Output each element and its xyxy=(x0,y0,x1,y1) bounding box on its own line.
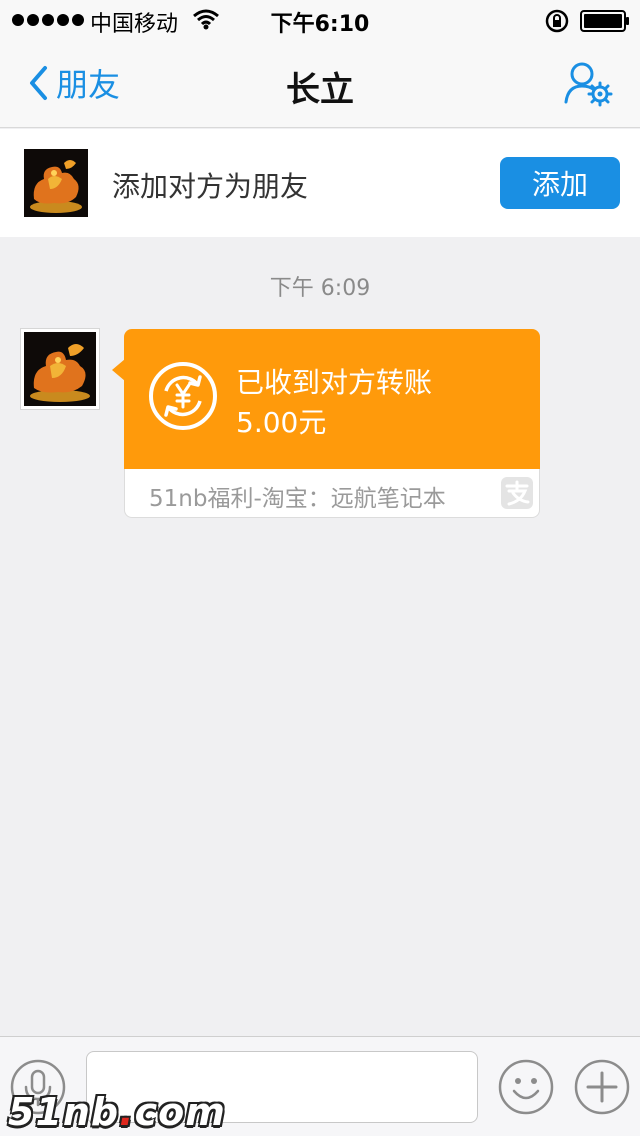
emoji-icon[interactable] xyxy=(498,1059,554,1115)
top-chrome: 中国移动 下午6:10 朋友 长立 xyxy=(0,0,640,128)
chevron-left-icon xyxy=(30,66,47,100)
page-title: 长立 xyxy=(286,70,354,110)
battery-icon xyxy=(580,10,629,32)
signal-dots-icon xyxy=(12,14,84,26)
carrier-name: 中国移动 xyxy=(90,12,179,37)
add-friend-text: 添加对方为朋友 xyxy=(112,170,309,203)
transfer-card-header: 已收到对方转账 5.00元 xyxy=(124,329,540,469)
wifi-icon xyxy=(193,9,219,30)
plus-icon[interactable] xyxy=(574,1059,630,1115)
lock-rotation-icon xyxy=(545,9,569,33)
watermark-dot: . xyxy=(119,1090,135,1134)
transfer-card-footer: 51nb福利-淘宝：远航笔记本 xyxy=(124,469,540,518)
yuan-transfer-icon xyxy=(149,362,217,430)
profile-settings-icon[interactable] xyxy=(560,60,616,110)
transfer-note: 51nb福利-淘宝：远航笔记本 xyxy=(149,486,446,512)
nav-bar: 朋友 长立 xyxy=(0,40,640,128)
site-watermark: 51nb.com xyxy=(8,1090,226,1134)
add-friend-banner: 添加对方为朋友 添加 xyxy=(0,129,640,237)
avatar[interactable] xyxy=(24,149,88,217)
transfer-message-card[interactable]: 已收到对方转账 5.00元 51nb福利-淘宝：远航笔记本 xyxy=(112,329,540,518)
watermark-tail: com xyxy=(134,1090,226,1134)
back-label: 朋友 xyxy=(56,66,121,104)
alipay-icon xyxy=(501,477,533,509)
message-timestamp: 下午 6:09 xyxy=(269,276,371,301)
add-friend-button[interactable]: 添加 xyxy=(500,157,620,209)
status-bar: 中国移动 下午6:10 xyxy=(0,0,640,40)
watermark-main: 51nb xyxy=(8,1090,120,1134)
back-button[interactable]: 朋友 xyxy=(28,60,120,106)
transfer-title: 已收到对方转账 xyxy=(236,366,433,399)
sender-avatar[interactable] xyxy=(20,328,100,410)
status-time: 下午6:10 xyxy=(270,12,370,37)
transfer-amount: 5.00元 xyxy=(236,406,327,439)
